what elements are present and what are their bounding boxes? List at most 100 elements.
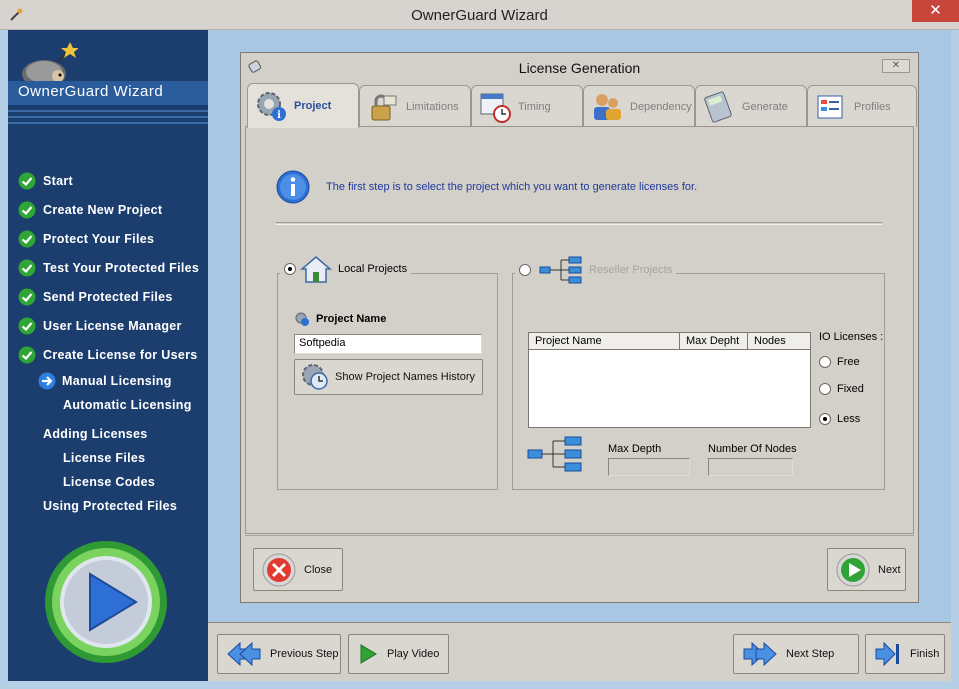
reseller-projects-table[interactable]: Project Name Max Depht Nodes [528, 332, 811, 428]
tab-profiles[interactable]: Profiles [807, 85, 917, 127]
brand-stripes [8, 110, 208, 130]
check-icon [18, 230, 36, 247]
max-depth-label: Max Depth [608, 443, 662, 455]
network-depth-icon [527, 436, 582, 472]
substep-label: Automatic Licensing [63, 398, 192, 412]
step-send-protected-files[interactable]: Send Protected Files [8, 282, 208, 311]
window-close-button[interactable]: ✕ [912, 0, 959, 22]
reseller-projects-legend: Reseller Projects [515, 256, 677, 284]
step-adding-licenses[interactable]: Adding Licenses [8, 422, 208, 446]
house-icon [300, 256, 332, 283]
table-header: Project Name Max Depht Nodes [529, 333, 810, 350]
local-projects-label: Local Projects [338, 263, 408, 275]
next-circle-icon [836, 553, 870, 586]
substep-license-codes[interactable]: License Codes [8, 470, 208, 494]
finish-button[interactable]: Finish [865, 634, 945, 674]
tab-timing[interactable]: Timing [471, 85, 583, 127]
io-option-free[interactable]: Free [819, 356, 860, 368]
close-button[interactable]: Close [253, 548, 343, 591]
next-step-label: Next Step [786, 648, 835, 660]
arrow-right-icon [38, 372, 56, 390]
io-option-less[interactable]: Less [819, 413, 860, 425]
substep-label: License Files [63, 451, 146, 465]
play-video-big-icon[interactable] [44, 540, 168, 664]
step-test-protected-files[interactable]: Test Your Protected Files [8, 253, 208, 282]
tab-label: Project [294, 100, 332, 112]
title-bar: OwnerGuard Wizard ✕ [0, 0, 959, 30]
profile-list-icon [817, 95, 843, 118]
double-arrow-left-icon [227, 641, 261, 667]
step-protect-your-files[interactable]: Protect Your Files [8, 224, 208, 253]
next-step-button[interactable]: Next Step [733, 634, 859, 674]
step-create-license-for-users[interactable]: Create License for Users [8, 340, 208, 369]
tab-strip: i Project Limitations Timing Dependency … [245, 83, 917, 128]
calculator-icon [704, 90, 732, 123]
reseller-projects-label: Reseller Projects [589, 264, 673, 276]
substep-manual-licensing[interactable]: Manual Licensing [8, 369, 208, 393]
substep-label: License Codes [63, 475, 156, 489]
column-header[interactable]: Project Name [529, 333, 680, 349]
next-button[interactable]: Next [827, 548, 906, 591]
tab-dependency[interactable]: Dependency [583, 85, 695, 127]
step-create-new-project[interactable]: Create New Project [8, 195, 208, 224]
io-less-radio[interactable] [819, 413, 831, 425]
dialog-title: License Generation [518, 60, 641, 76]
tab-generate[interactable]: Generate [695, 85, 807, 127]
svg-text:i: i [277, 110, 281, 121]
substep-automatic-licensing[interactable]: Automatic Licensing [8, 393, 208, 417]
window-title: OwnerGuard Wizard [411, 7, 548, 24]
project-name-row: Project Name [294, 311, 386, 327]
tab-label: Dependency [630, 100, 692, 113]
gear-clock-icon [302, 364, 328, 390]
io-option-label: Free [837, 356, 860, 368]
license-generation-dialog: License Generation ✕ i Project Limitatio… [240, 52, 919, 603]
tab-label: Limitations [406, 100, 459, 113]
column-header[interactable]: Max Depht [680, 333, 748, 349]
network-tree-icon [539, 256, 582, 284]
play-video-button[interactable]: Play Video [348, 634, 449, 674]
sidebar: OwnerGuard Wizard Start Create New Proje… [8, 30, 208, 681]
tab-panel-project: The first step is to select the project … [245, 126, 914, 534]
play-icon [360, 644, 377, 664]
io-option-fixed[interactable]: Fixed [819, 383, 864, 395]
calendar-clock-icon [480, 93, 511, 123]
step-user-license-manager[interactable]: User License Manager [8, 311, 208, 340]
step-start[interactable]: Start [8, 166, 208, 195]
dialog-close-button[interactable]: ✕ [882, 59, 910, 73]
step-label: Send Protected Files [43, 289, 173, 304]
check-icon [18, 259, 36, 276]
substep-license-files[interactable]: License Files [8, 446, 208, 470]
io-licenses-label: IO Licenses : [819, 331, 884, 343]
step-label: Create New Project [43, 202, 163, 217]
play-video-label: Play Video [387, 648, 440, 660]
tab-limitations[interactable]: Limitations [359, 85, 471, 127]
reseller-projects-radio[interactable] [519, 264, 531, 276]
max-depth-input[interactable] [608, 458, 690, 476]
tab-label: Generate [742, 100, 788, 113]
step-using-protected-files[interactable]: Using Protected Files [8, 494, 208, 518]
number-of-nodes-input[interactable] [708, 458, 793, 476]
dialog-button-bar: Close Next [245, 535, 914, 597]
column-header[interactable]: Nodes [748, 333, 810, 349]
io-option-label: Less [837, 413, 861, 425]
dialog-title-bar: License Generation ✕ [241, 53, 918, 83]
check-icon [18, 317, 36, 334]
previous-step-button[interactable]: Previous Step [217, 634, 341, 674]
double-arrow-right-icon [743, 641, 777, 667]
finish-label: Finish [910, 648, 940, 660]
show-project-names-history-button[interactable]: Show Project Names History [294, 359, 483, 395]
check-icon [18, 201, 36, 218]
tab-label: Timing [518, 100, 551, 113]
users-icon [594, 93, 621, 120]
local-projects-radio[interactable] [284, 263, 296, 275]
tab-project[interactable]: i Project [247, 83, 359, 128]
io-fixed-radio[interactable] [819, 383, 831, 395]
check-icon [18, 172, 36, 189]
next-button-label: Next [878, 563, 901, 576]
number-of-nodes-label: Number Of Nodes [708, 443, 797, 455]
step-label: Protect Your Files [43, 231, 155, 246]
step-label: Create License for Users [43, 347, 198, 362]
io-free-radio[interactable] [819, 356, 831, 368]
substep-label: Adding Licenses [43, 427, 148, 441]
project-name-input[interactable]: Softpedia [294, 334, 482, 354]
